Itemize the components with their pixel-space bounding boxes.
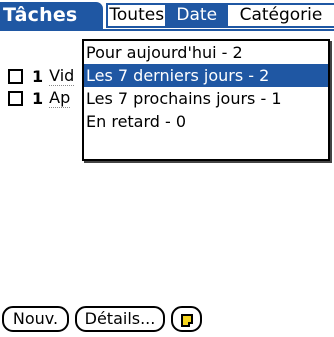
note-icon bbox=[180, 314, 193, 327]
task-priority: 1 bbox=[32, 66, 44, 86]
tasks-screen: Tâches Toutes Date Catégorie 1 Vid 1 Ap … bbox=[0, 0, 334, 337]
date-option-next-7-days[interactable]: Les 7 prochains jours - 1 bbox=[84, 87, 328, 110]
new-button[interactable]: Nouv. bbox=[2, 306, 69, 332]
date-option-last-7-days[interactable]: Les 7 derniers jours - 2 bbox=[84, 64, 328, 87]
view-category-button[interactable]: Catégorie bbox=[227, 5, 334, 26]
date-option-overdue[interactable]: En retard - 0 bbox=[84, 110, 328, 133]
view-selector: Toutes Date Catégorie bbox=[106, 3, 334, 28]
task-priority: 1 bbox=[32, 88, 44, 108]
checkbox-icon[interactable] bbox=[8, 90, 23, 106]
task-row[interactable]: 1 Vid bbox=[8, 66, 75, 86]
title-divider bbox=[0, 29, 334, 31]
date-option-today[interactable]: Pour aujourd'hui - 2 bbox=[84, 41, 328, 64]
view-date-button[interactable]: Date bbox=[167, 5, 228, 26]
note-button[interactable] bbox=[171, 306, 202, 332]
checkbox-icon[interactable] bbox=[8, 68, 23, 84]
view-all-button[interactable]: Toutes bbox=[108, 5, 168, 26]
task-description[interactable]: Ap bbox=[49, 88, 71, 108]
task-description[interactable]: Vid bbox=[49, 66, 75, 86]
details-button[interactable]: Détails... bbox=[75, 306, 165, 332]
task-row[interactable]: 1 Ap bbox=[8, 88, 71, 108]
app-title[interactable]: Tâches bbox=[0, 2, 103, 29]
date-filter-list: Pour aujourd'hui - 2 Les 7 derniers jour… bbox=[82, 39, 330, 161]
